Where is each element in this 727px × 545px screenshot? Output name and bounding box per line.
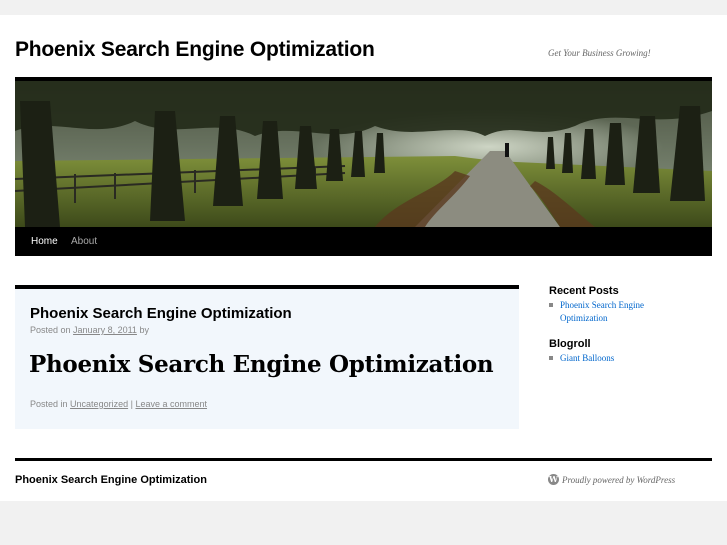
post-body-heading: Phoenix Search Engine Optimization <box>29 351 494 378</box>
category-link[interactable]: Uncategorized <box>70 399 128 409</box>
post-entry: Phoenix Search Engine Optimization Poste… <box>15 285 519 429</box>
recent-posts-list: Phoenix Search Engine Optimization <box>549 299 679 325</box>
footer-divider <box>15 458 712 461</box>
blogroll-list: Giant Balloons <box>549 352 679 365</box>
bullet-icon <box>549 356 553 360</box>
header-banner-image <box>15 81 712 227</box>
nav-item-about[interactable]: About <box>71 227 97 256</box>
post-date-link[interactable]: January 8, 2011 <box>73 325 137 335</box>
site-description: Get Your Business Growing! <box>548 48 651 58</box>
post-title[interactable]: Phoenix Search Engine Optimization <box>30 305 292 322</box>
leave-comment-link[interactable]: Leave a comment <box>135 399 207 409</box>
list-item: Giant Balloons <box>549 352 679 365</box>
powered-by: W Proudly powered by WordPress <box>548 474 675 485</box>
list-item: Phoenix Search Engine Optimization <box>549 299 679 325</box>
posted-in-label: Posted in <box>30 399 68 409</box>
recent-posts-title: Recent Posts <box>549 285 619 297</box>
footer-site-title-link[interactable]: Phoenix Search Engine Optimization <box>15 474 207 486</box>
recent-post-link[interactable]: Phoenix Search Engine Optimization <box>560 300 644 323</box>
bullet-icon <box>549 303 553 307</box>
posted-on-label: Posted on <box>30 325 71 335</box>
blogroll-title: Blogroll <box>549 338 591 350</box>
powered-by-link[interactable]: Proudly powered by WordPress <box>562 475 675 485</box>
site-title-link[interactable]: Phoenix Search Engine Optimization <box>15 38 375 62</box>
by-label: by <box>139 325 149 335</box>
blogroll-link[interactable]: Giant Balloons <box>560 353 614 363</box>
page-wrapper: Phoenix Search Engine Optimization Get Y… <box>0 15 727 501</box>
meta-separator: | <box>130 399 133 409</box>
main-navigation: Home About <box>15 227 712 256</box>
nav-item-home[interactable]: Home <box>31 227 58 256</box>
wordpress-icon: W <box>548 474 559 485</box>
post-meta: Posted on January 8, 2011 by <box>30 325 149 335</box>
post-utility: Posted in Uncategorized | Leave a commen… <box>30 399 207 409</box>
